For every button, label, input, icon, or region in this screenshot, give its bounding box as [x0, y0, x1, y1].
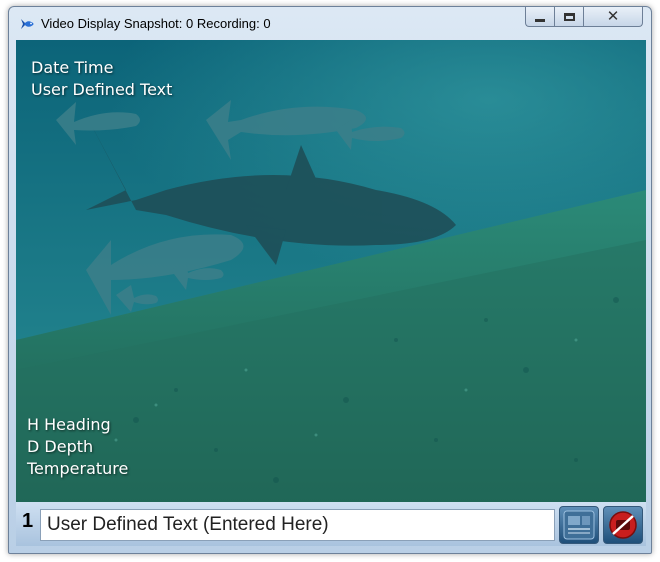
overlay-temperature: Temperature: [27, 459, 129, 478]
overlay-user-defined-text: User Defined Text: [31, 80, 173, 99]
video-display[interactable]: Date Time User Defined Text H Heading D …: [16, 40, 646, 502]
fish-icon: [21, 19, 34, 29]
overlay-depth: D Depth: [27, 437, 94, 456]
snapshot-settings-button[interactable]: [559, 506, 599, 544]
record-button[interactable]: [603, 506, 643, 544]
snapshot-settings-icon: [563, 510, 595, 540]
caption-buttons: ✕: [525, 7, 643, 29]
window-title: Video Display Snapshot: 0 Recording: 0: [41, 16, 271, 31]
record-disabled-icon: [609, 511, 637, 539]
title-bar[interactable]: Video Display Snapshot: 0 Recording: 0 ✕: [9, 7, 651, 39]
close-icon: ✕: [606, 7, 620, 25]
overlay-bottom-text: H Heading D Depth Temperature: [27, 414, 128, 480]
channel-number: 1: [22, 510, 34, 532]
maximize-button[interactable]: [554, 7, 583, 27]
bottom-toolbar: 1: [16, 502, 646, 546]
minimize-button[interactable]: [525, 7, 554, 27]
video-display-window: Video Display Snapshot: 0 Recording: 0 ✕: [8, 6, 652, 554]
minimize-icon: [535, 19, 545, 22]
overlay-top-text: Date Time User Defined Text: [31, 57, 172, 101]
maximize-icon: [563, 12, 575, 21]
close-button[interactable]: ✕: [583, 7, 643, 27]
user-defined-text-input[interactable]: [40, 509, 555, 541]
overlay-heading: H Heading: [27, 415, 111, 434]
overlay-date-time: Date Time: [31, 58, 114, 77]
